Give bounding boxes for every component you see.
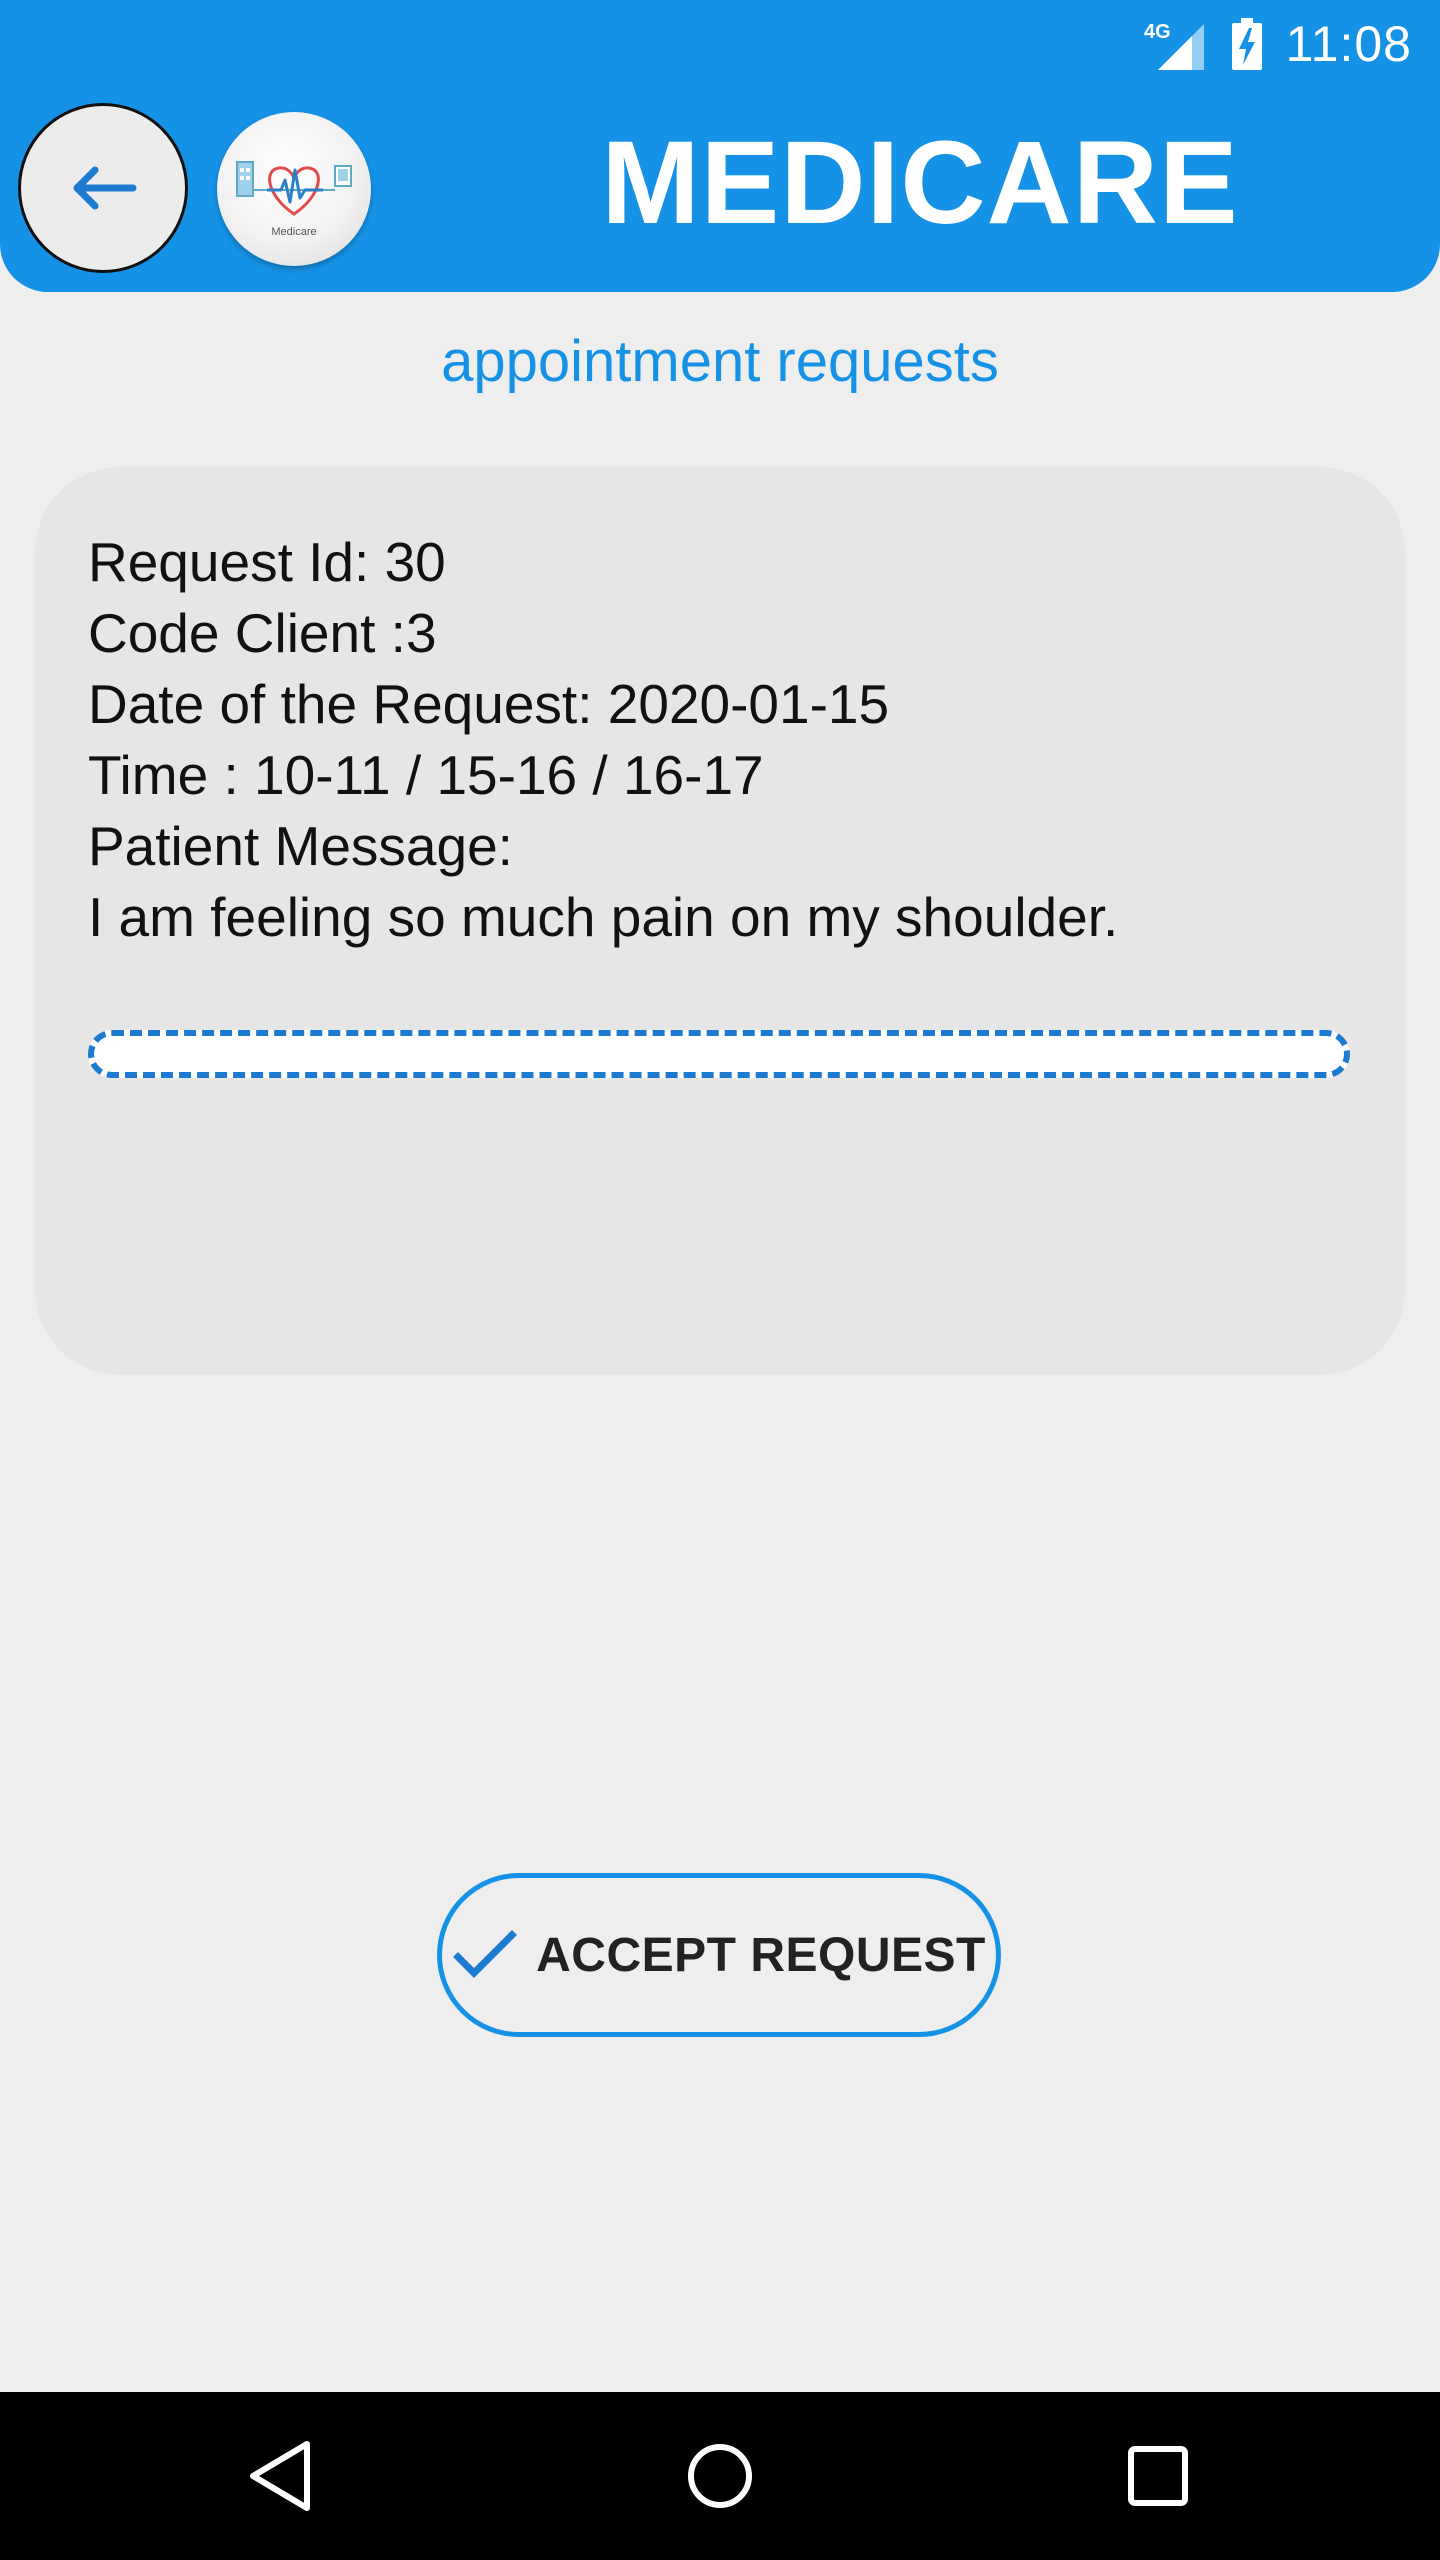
logo-caption: Medicare bbox=[271, 226, 317, 238]
check-icon bbox=[453, 1930, 518, 1978]
nav-recents-button[interactable] bbox=[1058, 2392, 1258, 2560]
accept-request-label: ACCEPT REQUEST bbox=[536, 1928, 986, 1982]
request-date: Date of the Request: 2020-01-15 bbox=[88, 673, 890, 735]
patient-message: I am feeling so much pain on my shoulder… bbox=[88, 886, 1119, 948]
signal-icon: 4G bbox=[1144, 21, 1204, 70]
app-logo: Medicare bbox=[217, 112, 371, 266]
status-bar: 4G 11:08 bbox=[1142, 12, 1412, 76]
network-type-label: 4G bbox=[1144, 21, 1171, 43]
accept-request-button[interactable]: ACCEPT REQUEST bbox=[437, 1873, 1001, 2037]
response-input[interactable] bbox=[88, 1030, 1350, 1078]
app-title: MEDICARE bbox=[601, 117, 1239, 249]
arrow-left-icon bbox=[73, 166, 137, 210]
system-nav-bar bbox=[0, 2392, 1440, 2560]
patient-message-label: Patient Message: bbox=[88, 815, 513, 877]
app-header: 4G 11:08 Medicare MEDICARE bbox=[0, 0, 1440, 292]
screen: 4G 11:08 Medicare MEDICARE appointment r… bbox=[0, 0, 1440, 2560]
client-code: Code Client :3 bbox=[88, 602, 437, 664]
status-time: 11:08 bbox=[1285, 16, 1412, 72]
request-card: Request Id: 30 Code Client :3 Date of th… bbox=[35, 467, 1405, 1375]
back-triangle-icon bbox=[250, 2441, 310, 2511]
home-circle-icon bbox=[688, 2444, 752, 2508]
request-id: Request Id: 30 bbox=[88, 531, 446, 593]
recents-square-icon bbox=[1128, 2446, 1188, 2506]
nav-back-button[interactable] bbox=[180, 2392, 380, 2560]
back-button[interactable] bbox=[18, 103, 188, 273]
heartbeat-logo-icon bbox=[236, 161, 352, 216]
request-time-slots: Time : 10-11 / 15-16 / 16-17 bbox=[88, 744, 764, 806]
battery-charging-icon bbox=[1231, 18, 1262, 70]
request-details: Request Id: 30 Code Client :3 Date of th… bbox=[88, 527, 1118, 953]
nav-home-button[interactable] bbox=[620, 2392, 820, 2560]
page-subtitle: appointment requests bbox=[441, 329, 999, 394]
